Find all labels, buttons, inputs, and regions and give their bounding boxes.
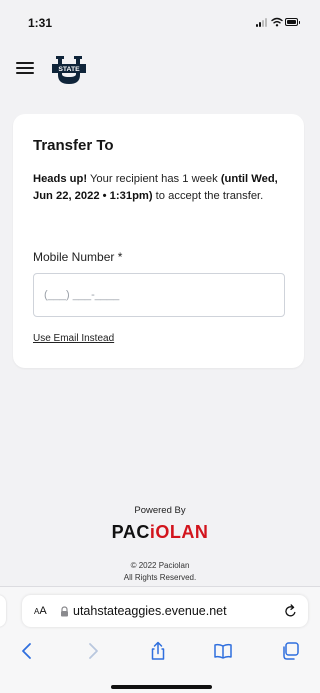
- brand-part1: PAC: [111, 522, 150, 542]
- lock-icon: [61, 606, 68, 617]
- powered-by-label: Powered By: [134, 505, 186, 516]
- share-icon[interactable]: [148, 641, 168, 661]
- transfer-notice: Heads up! Your recipient has 1 week (unt…: [33, 171, 289, 205]
- notice-heads-up: Heads up!: [33, 173, 88, 185]
- forward-icon[interactable]: [82, 641, 102, 661]
- status-time: 1:31: [28, 16, 53, 30]
- browser-toolbar: AA utahstateaggies.evenue.net: [0, 586, 320, 693]
- logo-text: STATE: [58, 66, 80, 73]
- copyright: © 2022 Paciolan All Rights Reserved.: [0, 560, 320, 584]
- notice-text-2: to accept the transfer.: [152, 190, 264, 202]
- url-text[interactable]: utahstateaggies.evenue.net: [73, 604, 227, 618]
- use-email-instead-link[interactable]: Use Email Instead: [33, 333, 114, 344]
- previous-tab-edge[interactable]: [0, 595, 6, 627]
- utah-state-logo-icon[interactable]: STATE: [51, 55, 87, 85]
- tabs-icon[interactable]: [280, 641, 300, 661]
- reload-icon[interactable]: [284, 604, 297, 618]
- page: 1:31 STATE Transfer To Heads up! Your re…: [0, 0, 320, 693]
- mobile-number-label: Mobile Number *: [33, 250, 123, 264]
- transfer-card: Transfer To Heads up! Your recipient has…: [13, 114, 304, 368]
- hamburger-menu-icon[interactable]: [14, 58, 36, 78]
- cellular-signal-icon: [256, 17, 268, 27]
- copyright-line2: All Rights Reserved.: [123, 573, 197, 582]
- copyright-line1: © 2022 Paciolan: [130, 561, 190, 570]
- mobile-number-input[interactable]: [33, 273, 285, 317]
- wifi-icon: [271, 17, 283, 27]
- reader-text-size-button[interactable]: AA: [34, 605, 47, 617]
- bookmarks-icon[interactable]: [213, 641, 233, 661]
- browser-nav-row: [0, 637, 320, 667]
- address-bar[interactable]: AA utahstateaggies.evenue.net: [22, 595, 308, 627]
- notice-text-1: Your recipient has 1 week: [87, 173, 221, 185]
- status-icons: [256, 17, 300, 27]
- brand-part2: iOLAN: [149, 522, 209, 542]
- home-indicator: [111, 685, 212, 689]
- back-icon[interactable]: [18, 641, 38, 661]
- app-header: STATE: [0, 52, 320, 88]
- card-title: Transfer To: [33, 137, 114, 154]
- paciolan-logo: PACiOLAN: [0, 522, 320, 543]
- status-bar: 1:31: [0, 0, 320, 44]
- battery-icon: [285, 18, 300, 26]
